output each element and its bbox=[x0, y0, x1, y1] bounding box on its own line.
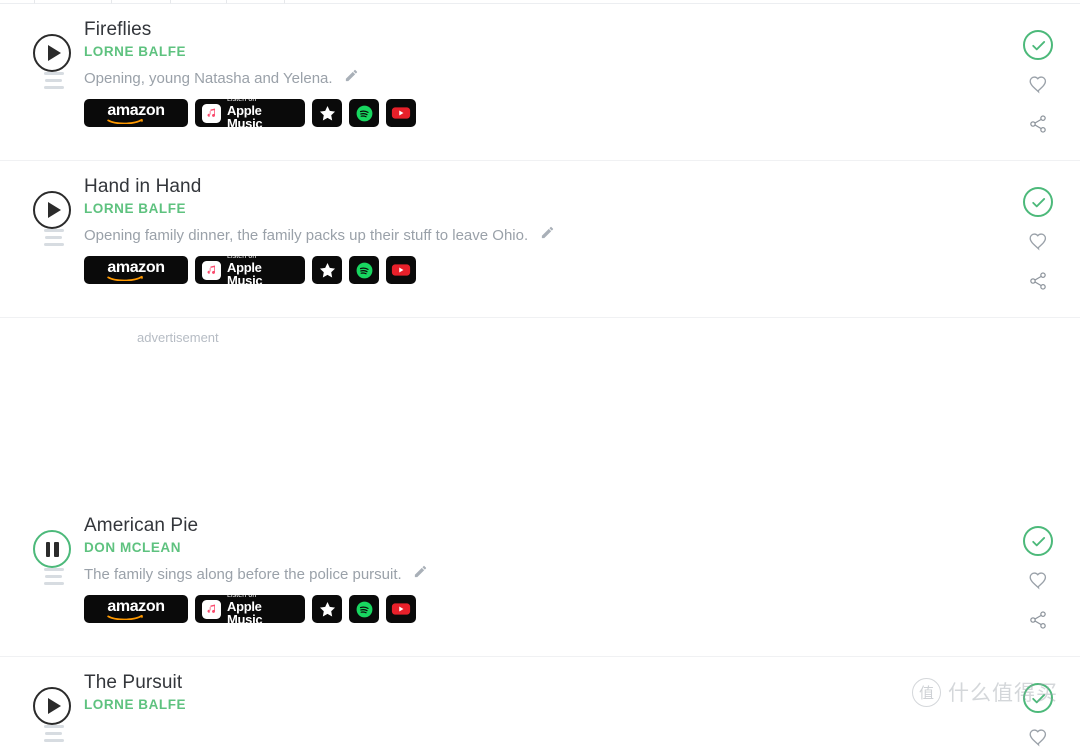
spotify-badge[interactable] bbox=[349, 99, 379, 127]
youtube-badge[interactable] bbox=[386, 595, 416, 623]
track-artist: LORNE BALFE bbox=[84, 201, 187, 216]
track-row[interactable]: Hand in Hand LORNE BALFE Opening family … bbox=[0, 161, 1080, 318]
track-row[interactable]: Fireflies LORNE BALFE Opening, young Nat… bbox=[0, 4, 1080, 161]
edit-pencil-icon[interactable] bbox=[344, 68, 359, 88]
apple-music-icon bbox=[202, 599, 221, 619]
star-badge[interactable] bbox=[312, 256, 342, 284]
track-title: American Pie bbox=[84, 515, 199, 536]
spotify-badge[interactable] bbox=[349, 256, 379, 284]
apple-music-badge[interactable]: Listen on Apple Music bbox=[195, 96, 305, 131]
play-icon bbox=[47, 45, 61, 61]
amazon-badge[interactable]: amazon bbox=[84, 256, 188, 284]
track-actions bbox=[1020, 683, 1056, 753]
edit-pencil-icon[interactable] bbox=[413, 564, 428, 584]
share-icon[interactable] bbox=[1028, 271, 1048, 296]
star-badge[interactable] bbox=[312, 595, 342, 623]
description-line: Opening, young Natasha and Yelena. bbox=[0, 69, 1080, 91]
track-artist: DON MCLEAN bbox=[84, 540, 181, 555]
play-icon bbox=[47, 202, 61, 218]
track-description: Opening family dinner, the family packs … bbox=[84, 227, 529, 244]
amazon-label: amazon bbox=[107, 258, 165, 276]
description-line bbox=[0, 722, 1080, 744]
drag-handle-icon[interactable] bbox=[44, 72, 64, 93]
apple-music-line2: Apple Music bbox=[227, 260, 263, 288]
tracklist: Fireflies LORNE BALFE Opening, young Nat… bbox=[0, 4, 1080, 747]
checked-icon[interactable] bbox=[1023, 683, 1053, 713]
favorite-heart-icon[interactable] bbox=[1028, 74, 1049, 100]
service-badges: amazon Listen on Apple Music bbox=[84, 96, 1080, 131]
advertisement-label: advertisement bbox=[137, 330, 219, 345]
track-description: The family sings along before the police… bbox=[84, 566, 402, 583]
track-description: Opening, young Natasha and Yelena. bbox=[84, 70, 333, 87]
service-badges: amazon Listen on Apple Music bbox=[84, 253, 1080, 288]
apple-music-line2: Apple Music bbox=[227, 599, 263, 627]
apple-music-line1: Listen on bbox=[227, 592, 257, 599]
play-button[interactable] bbox=[33, 34, 71, 72]
checked-icon[interactable] bbox=[1023, 187, 1053, 217]
pause-icon bbox=[45, 541, 59, 557]
track-title: The Pursuit bbox=[84, 672, 183, 693]
track-artist: LORNE BALFE bbox=[84, 697, 187, 712]
play-icon bbox=[47, 698, 61, 714]
amazon-label: amazon bbox=[107, 597, 165, 615]
track-artist: LORNE BALFE bbox=[84, 44, 187, 59]
pause-button[interactable] bbox=[33, 530, 71, 568]
play-button[interactable] bbox=[33, 687, 71, 725]
apple-music-line1: Listen on bbox=[227, 96, 257, 103]
youtube-badge[interactable] bbox=[386, 99, 416, 127]
favorite-heart-icon[interactable] bbox=[1028, 727, 1049, 753]
description-line: The family sings along before the police… bbox=[0, 565, 1080, 587]
spotify-badge[interactable] bbox=[349, 595, 379, 623]
drag-handle-icon[interactable] bbox=[44, 725, 64, 746]
checked-icon[interactable] bbox=[1023, 526, 1053, 556]
advertisement-slot: advertisement bbox=[0, 318, 1080, 500]
share-icon[interactable] bbox=[1028, 114, 1048, 139]
apple-music-badge[interactable]: Listen on Apple Music bbox=[195, 253, 305, 288]
apple-music-icon bbox=[202, 260, 221, 280]
favorite-heart-icon[interactable] bbox=[1028, 570, 1049, 596]
amazon-badge[interactable]: amazon bbox=[84, 595, 188, 623]
youtube-badge[interactable] bbox=[386, 256, 416, 284]
track-row[interactable]: American Pie DON MCLEAN The family sings… bbox=[0, 500, 1080, 657]
star-badge[interactable] bbox=[312, 99, 342, 127]
apple-music-line2: Apple Music bbox=[227, 103, 263, 131]
track-row[interactable]: The Pursuit LORNE BALFE bbox=[0, 657, 1080, 747]
service-badges: amazon Listen on Apple Music bbox=[84, 592, 1080, 627]
drag-handle-icon[interactable] bbox=[44, 229, 64, 250]
description-line: Opening family dinner, the family packs … bbox=[0, 226, 1080, 248]
apple-music-line1: Listen on bbox=[227, 253, 257, 260]
drag-handle-icon[interactable] bbox=[44, 568, 64, 589]
track-actions bbox=[1020, 526, 1056, 635]
edit-pencil-icon[interactable] bbox=[540, 225, 555, 245]
play-button[interactable] bbox=[33, 191, 71, 229]
checked-icon[interactable] bbox=[1023, 30, 1053, 60]
track-title: Fireflies bbox=[84, 19, 152, 40]
share-icon[interactable] bbox=[1028, 610, 1048, 635]
amazon-label: amazon bbox=[107, 101, 165, 119]
track-actions bbox=[1020, 30, 1056, 139]
favorite-heart-icon[interactable] bbox=[1028, 231, 1049, 257]
track-title: Hand in Hand bbox=[84, 176, 202, 197]
track-actions bbox=[1020, 187, 1056, 296]
apple-music-icon bbox=[202, 103, 221, 123]
amazon-badge[interactable]: amazon bbox=[84, 99, 188, 127]
apple-music-badge[interactable]: Listen on Apple Music bbox=[195, 592, 305, 627]
